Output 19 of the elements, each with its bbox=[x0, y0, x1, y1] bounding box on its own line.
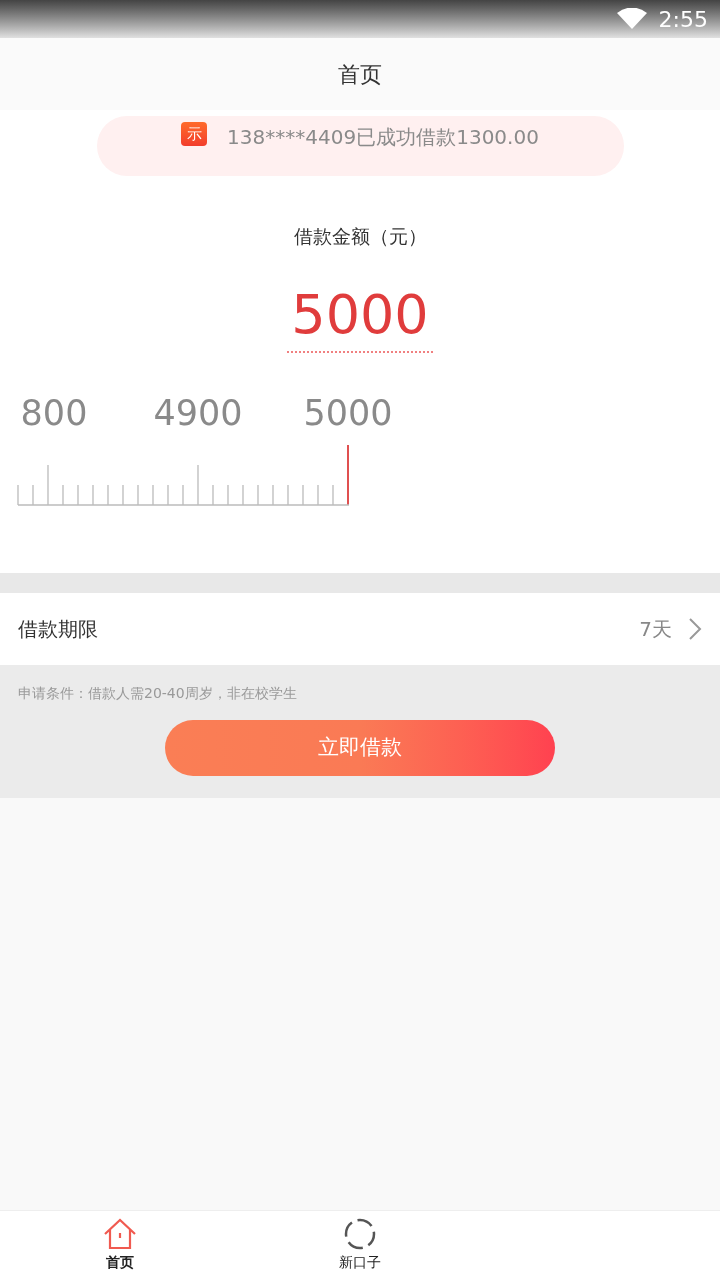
home-icon bbox=[103, 1218, 137, 1250]
ruler-label: 800 bbox=[20, 391, 88, 435]
ruler-label: 5000 bbox=[303, 391, 393, 435]
loan-notice: 138****4409已成功借款1300.00 bbox=[227, 124, 539, 151]
loan-term-row[interactable]: 借款期限 7天 bbox=[0, 593, 720, 665]
page-title: 首页 bbox=[338, 60, 382, 89]
amount-label: 借款金额（元） bbox=[293, 224, 427, 249]
wifi-icon bbox=[616, 8, 647, 30]
amount-value[interactable]: 5000 bbox=[287, 282, 433, 353]
ruler-label: 4900 bbox=[153, 391, 243, 435]
conditions-text: 申请条件：借款人需20-40周岁，非在校学生 bbox=[18, 684, 298, 703]
term-value: 7天 bbox=[639, 616, 672, 643]
chevron-right-icon bbox=[688, 617, 702, 641]
status-time: 2:55 bbox=[658, 5, 708, 34]
term-label: 借款期限 bbox=[18, 616, 98, 643]
notice-badge: 示 bbox=[181, 122, 208, 146]
nav-tab[interactable]: 首页 bbox=[0, 1211, 240, 1280]
dashed-circle-icon bbox=[344, 1218, 376, 1250]
nav-tab[interactable]: 新口子 bbox=[240, 1211, 480, 1280]
